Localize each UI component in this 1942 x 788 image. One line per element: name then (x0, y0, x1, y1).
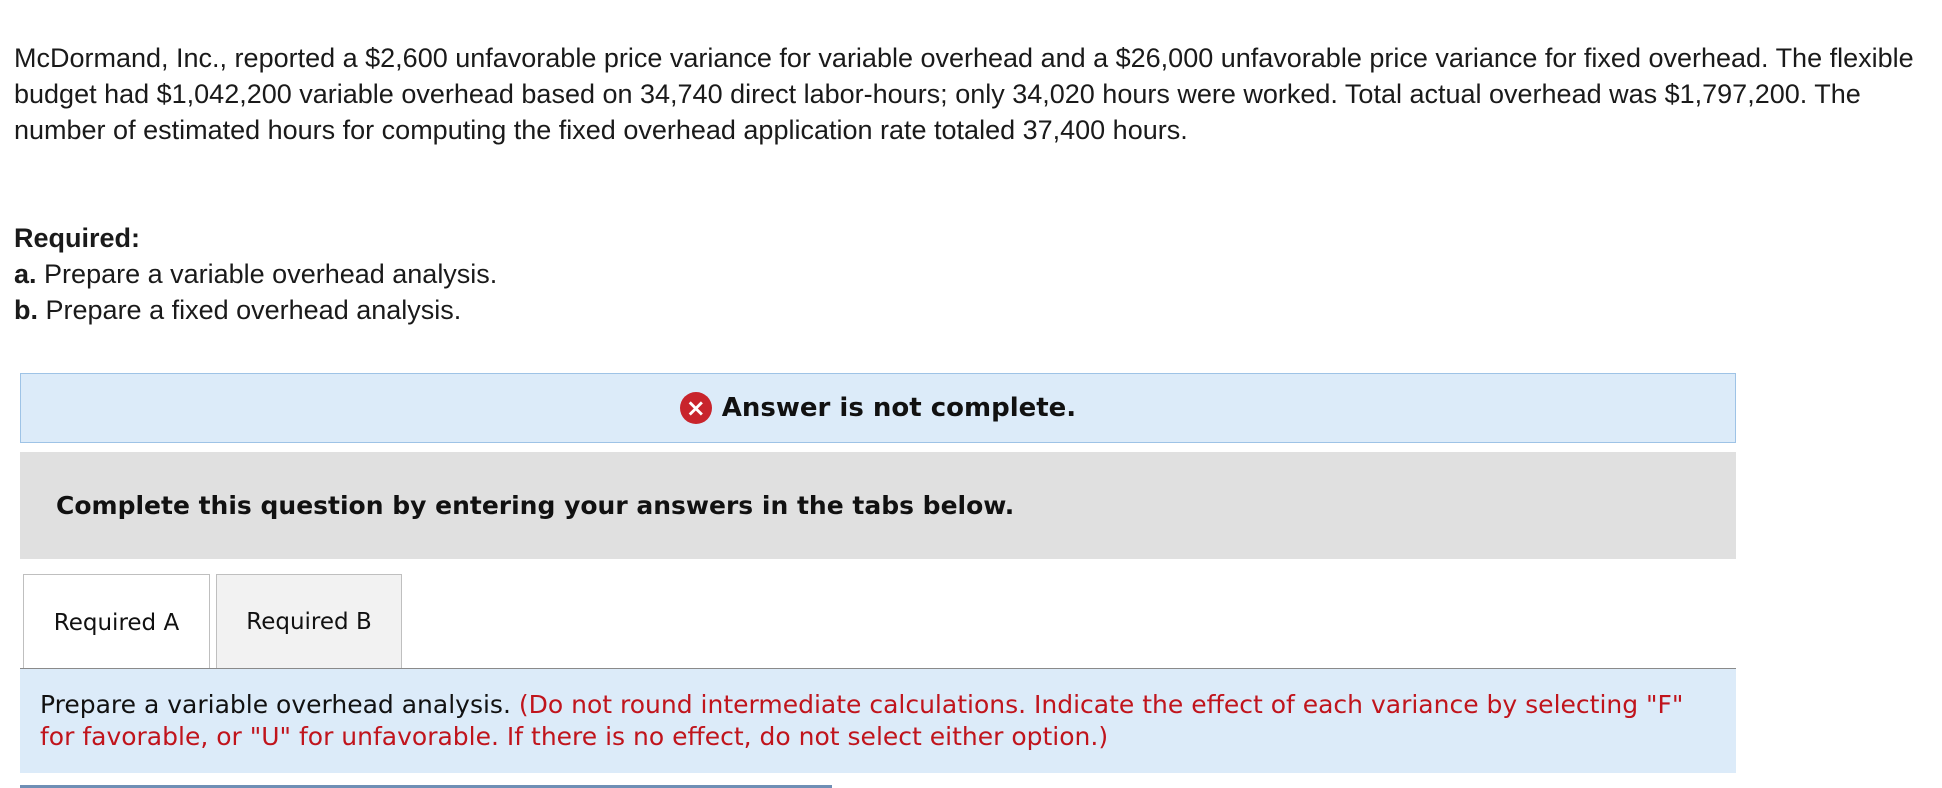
required-item-b: b. Prepare a fixed overhead analysis. (14, 292, 497, 328)
instruction-text: Complete this question by entering your … (56, 491, 1015, 520)
required-heading: Required: (14, 223, 141, 253)
answer-status-banner: × Answer is not complete. (20, 373, 1736, 443)
instruction-banner: Complete this question by entering your … (20, 452, 1736, 559)
required-item-text: Prepare a fixed overhead analysis. (45, 295, 462, 325)
tab-required-b[interactable]: Required B (216, 574, 402, 668)
prompt-main-text: Prepare a variable overhead analysis. (40, 690, 511, 719)
x-circle-icon: × (679, 392, 712, 424)
required-item-letter: a. (14, 259, 37, 289)
required-section: Required: a. Prepare a variable overhead… (14, 220, 497, 328)
tab-prompt: Prepare a variable overhead analysis. (D… (20, 669, 1736, 773)
answer-status-text: Answer is not complete. (721, 393, 1077, 423)
tab-required-a[interactable]: Required A (23, 574, 210, 670)
required-item-text: Prepare a variable overhead analysis. (44, 259, 498, 289)
required-item-letter: b. (14, 295, 38, 325)
required-item-a: a. Prepare a variable overhead analysis. (14, 256, 497, 292)
problem-statement: McDormand, Inc., reported a $2,600 unfav… (14, 43, 1914, 145)
answer-tabs: Required A Required B (23, 574, 402, 670)
